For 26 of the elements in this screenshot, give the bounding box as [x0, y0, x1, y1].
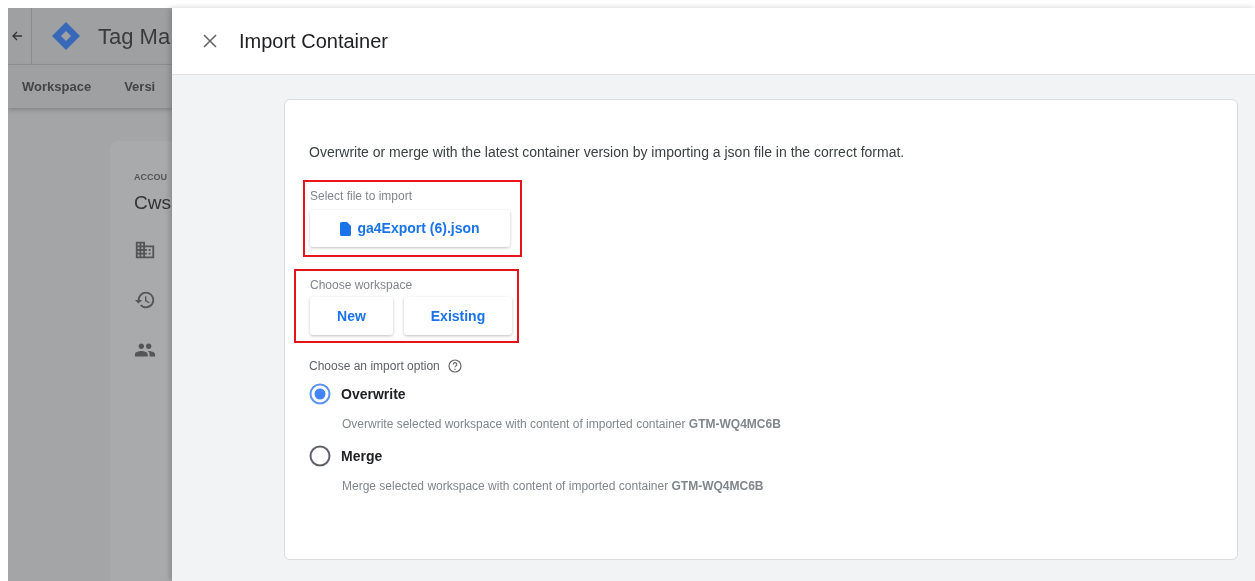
- nav-tab[interactable]: Versi: [124, 76, 156, 97]
- workspace-button[interactable]: Existing: [404, 297, 512, 335]
- section-label: Select file to import: [310, 188, 414, 205]
- radio-button[interactable]: [309, 445, 331, 467]
- workspace-button[interactable]: New: [310, 297, 393, 335]
- help-icon[interactable]: [447, 359, 462, 373]
- section-label: Choose an import option: [309, 358, 440, 375]
- file-icon: [340, 221, 352, 236]
- app-title: Tag Ma: [98, 22, 171, 51]
- diamond-logo-icon: [50, 20, 82, 53]
- nav-tab[interactable]: Workspace: [22, 76, 92, 97]
- history-icon: [134, 289, 156, 311]
- account-name: Cws: [134, 190, 172, 215]
- back-arrow-icon[interactable]: [11, 30, 23, 43]
- close-icon: [202, 33, 218, 49]
- section-label: Choose workspace: [310, 277, 414, 294]
- file-button[interactable]: ga4Export (6).json: [310, 210, 510, 247]
- building-icon: [134, 239, 156, 261]
- option-description: Overwrite selected workspace with content of imported container GTM-WQ4MC6B: [342, 416, 781, 433]
- intro-text: Overwrite or merge with the latest container version by importing a json file in the correct format.: [309, 143, 905, 162]
- account-label: ACCOU: [134, 171, 168, 184]
- radio-button[interactable]: [309, 383, 331, 405]
- option-label: Overwrite: [341, 384, 406, 404]
- option-description: Merge selected workspace with content of imported container GTM-WQ4MC6B: [342, 478, 765, 495]
- option-label: Merge: [341, 446, 383, 466]
- dialog-title: Import Container: [239, 29, 388, 54]
